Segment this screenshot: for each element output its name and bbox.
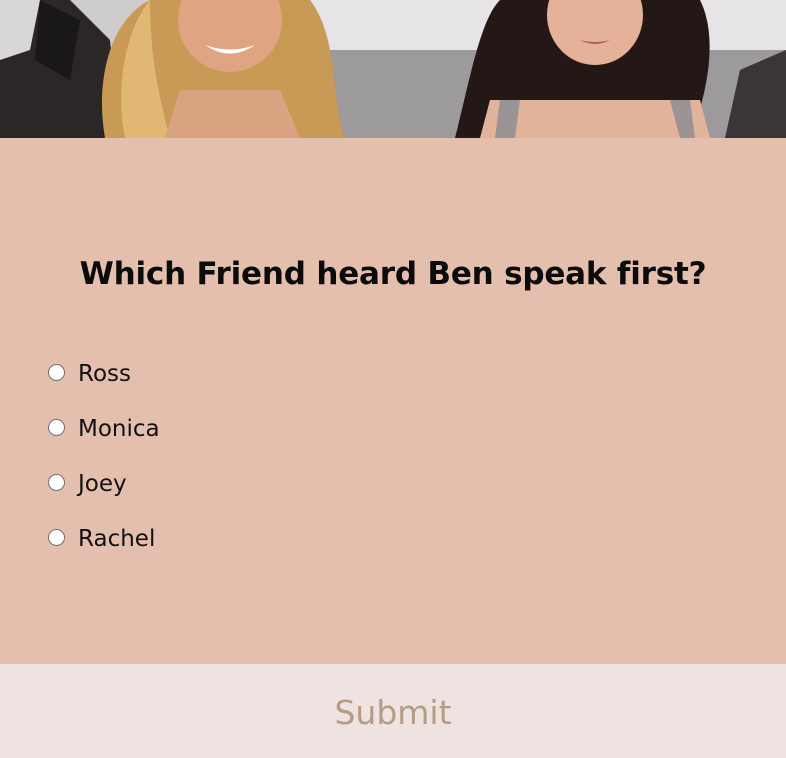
- option-label: Rachel: [78, 525, 156, 552]
- option-joey[interactable]: Joey: [48, 456, 160, 511]
- radio-button[interactable]: [48, 364, 65, 381]
- quiz-card: Which Friend heard Ben speak first? Ross…: [0, 138, 786, 664]
- option-rachel[interactable]: Rachel: [48, 511, 160, 566]
- option-ross[interactable]: Ross: [48, 346, 160, 401]
- option-label: Joey: [78, 470, 127, 497]
- submit-label: Submit: [334, 692, 452, 732]
- submit-button[interactable]: Submit: [0, 664, 786, 758]
- hero-photo: [0, 0, 786, 138]
- option-label: Ross: [78, 360, 131, 387]
- option-monica[interactable]: Monica: [48, 401, 160, 456]
- option-label: Monica: [78, 415, 160, 442]
- radio-button[interactable]: [48, 419, 65, 436]
- question-title: Which Friend heard Ben speak first?: [79, 256, 707, 292]
- answer-options: Ross Monica Joey Rachel: [48, 346, 160, 566]
- radio-button[interactable]: [48, 529, 65, 546]
- hero-image: [0, 0, 786, 138]
- radio-button[interactable]: [48, 474, 65, 491]
